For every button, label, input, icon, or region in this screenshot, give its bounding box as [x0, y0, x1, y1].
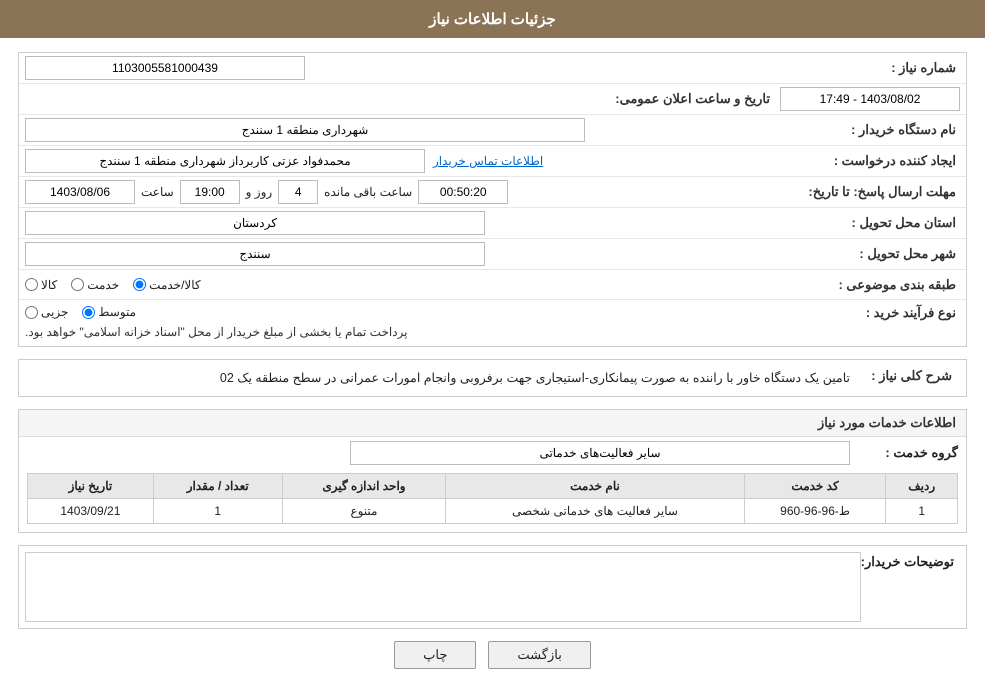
services-section: اطلاعات خدمات مورد نیاز گروه خدمت : ردیف… [18, 409, 967, 533]
description-label: شرح کلی نیاز : [858, 368, 958, 384]
shomare-niaz-value-box [25, 56, 830, 80]
services-table: ردیف کد خدمت نام خدمت واحد اندازه گیری ت… [27, 473, 958, 524]
description-section: شرح کلی نیاز : تامین یک دستگاه خاور با ر… [18, 359, 967, 397]
page-header: جزئیات اطلاعات نیاز [0, 0, 985, 38]
shahr-input[interactable] [25, 242, 485, 266]
saat-label: ساعت [141, 185, 174, 199]
services-section-title: اطلاعات خدمات مورد نیاز [19, 410, 966, 437]
buyer-notes-textarea[interactable] [25, 552, 861, 622]
tabaqe-kala-radio[interactable] [25, 278, 38, 291]
col-kod: کد خدمت [744, 474, 886, 499]
shomare-niaz-input[interactable] [25, 56, 305, 80]
mohlat-value-box: ساعت باقی مانده روز و ساعت [25, 180, 808, 204]
page-title: جزئیات اطلاعات نیاز [429, 11, 556, 28]
cell-vahed: متنوع [282, 499, 446, 524]
buttons-row: بازگشت چاپ [18, 641, 967, 669]
main-info-section: شماره نیاز : تاریخ و ساعت اعلان عمومی: ن… [18, 52, 967, 347]
nam-dastgah-row: نام دستگاه خریدار : [19, 115, 966, 146]
col-vahed: واحد اندازه گیری [282, 474, 446, 499]
cell-tarikh: 1403/09/21 [28, 499, 154, 524]
noe-farayand-value-box: متوسط جزیی پرداخت تمام یا بخشی از مبلغ خ… [25, 305, 830, 341]
col-radif: ردیف [886, 474, 958, 499]
cell-kod: ط-96-96-960 [744, 499, 886, 524]
notice-text-content: پرداخت تمام یا بخشی از مبلغ خریدار از مح… [25, 325, 408, 339]
print-button[interactable]: چاپ [394, 641, 476, 669]
cell-radif: 1 [886, 499, 958, 524]
nam-dastgah-value-box [25, 118, 830, 142]
rooz-input[interactable] [278, 180, 318, 204]
buyer-notes-label: توضیحات خریدار: [861, 552, 960, 570]
nam-dastgah-label: نام دستگاه خریدار : [830, 122, 960, 138]
table-row: 1ط-96-96-960سایر فعالیت های خدماتی شخصیم… [28, 499, 958, 524]
tabaqe-radio-group: کالا/خدمت خدمت کالا [25, 278, 201, 292]
tarikh-label: تاریخ و ساعت اعلان عمومی: [615, 91, 774, 107]
saat-input[interactable] [180, 180, 240, 204]
baqi-mande-label: ساعت باقی مانده [324, 185, 412, 199]
buyer-notes-section: توضیحات خریدار: [18, 545, 967, 629]
tabaqe-kala-label: کالا [41, 278, 57, 292]
mohlat-row: مهلت ارسال پاسخ: تا تاریخ: ساعت باقی مان… [19, 177, 966, 208]
shomare-niaz-label: شماره نیاز : [830, 60, 960, 76]
ostan-input[interactable] [25, 211, 485, 235]
noe-motovaset-item[interactable]: متوسط [82, 305, 136, 319]
shahr-value-box [25, 242, 830, 266]
content-area: شماره نیاز : تاریخ و ساعت اعلان عمومی: ن… [0, 38, 985, 691]
services-table-wrapper: ردیف کد خدمت نام خدمت واحد اندازه گیری ت… [19, 473, 966, 532]
noe-jozii-item[interactable]: جزیی [25, 305, 68, 319]
tabaqe-kala-khedmat-label: کالا/خدمت [149, 278, 200, 292]
tarikh-input[interactable] [780, 87, 960, 111]
nam-dastgah-input[interactable] [25, 118, 585, 142]
tabaqe-value-box: کالا/خدمت خدمت کالا [25, 278, 830, 292]
col-tedad: تعداد / مقدار [153, 474, 282, 499]
cell-nam: سایر فعالیت های خدماتی شخصی [446, 499, 745, 524]
tarikh-row: تاریخ و ساعت اعلان عمومی: [19, 84, 966, 115]
contact-info-link[interactable]: اطلاعات تماس خریدار [433, 154, 543, 168]
group-label: گروه خدمت : [858, 445, 958, 461]
cell-tedad: 1 [153, 499, 282, 524]
ostan-row: استان محل تحویل : [19, 208, 966, 239]
back-button[interactable]: بازگشت [488, 641, 590, 669]
group-value-box [27, 441, 850, 465]
noe-farayand-radio-group: متوسط جزیی [25, 305, 136, 319]
noe-motovaset-radio[interactable] [82, 306, 95, 319]
tabaqe-khedmat-radio[interactable] [71, 278, 84, 291]
noe-jozii-radio[interactable] [25, 306, 38, 319]
mohlat-label: مهلت ارسال پاسخ: تا تاریخ: [808, 184, 960, 200]
ijad-konande-row: ایجاد کننده درخواست : اطلاعات تماس خریدا… [19, 146, 966, 177]
noe-motovaset-label: متوسط [98, 305, 136, 319]
ijad-konande-label: ایجاد کننده درخواست : [830, 153, 960, 169]
ostan-label: استان محل تحویل : [830, 215, 960, 231]
tabaqe-kala-khedmat-item[interactable]: کالا/خدمت [133, 278, 200, 292]
ijad-konande-value-box: اطلاعات تماس خریدار [25, 149, 830, 173]
noe-farayand-notice: پرداخت تمام یا بخشی از مبلغ خریدار از مح… [25, 323, 408, 341]
mohlat-baqi-input[interactable] [418, 180, 508, 204]
mohlat-date-input[interactable] [25, 180, 135, 204]
tabaqe-kala-khedmat-radio[interactable] [133, 278, 146, 291]
group-service-row: گروه خدمت : [19, 437, 966, 469]
noe-farayand-label: نوع فرآیند خرید : [830, 305, 960, 321]
tabaqe-khedmat-label: خدمت [87, 278, 119, 292]
tabaqe-row: طبقه بندی موضوعی : کالا/خدمت خدمت کالا [19, 270, 966, 300]
col-nam: نام خدمت [446, 474, 745, 499]
tabaqe-khedmat-item[interactable]: خدمت [71, 278, 119, 292]
shahr-label: شهر محل تحویل : [830, 246, 960, 262]
tabaqe-kala-item[interactable]: کالا [25, 278, 57, 292]
rooz-label: روز و [246, 185, 273, 199]
page-wrapper: جزئیات اطلاعات نیاز شماره نیاز : تاریخ و… [0, 0, 985, 691]
ostan-value-box [25, 211, 830, 235]
shomare-niaz-row: شماره نیاز : [19, 53, 966, 84]
shahr-row: شهر محل تحویل : [19, 239, 966, 270]
noe-farayand-row: نوع فرآیند خرید : متوسط جزیی پرداخت [19, 300, 966, 346]
group-input[interactable] [350, 441, 850, 465]
tabaqe-label: طبقه بندی موضوعی : [830, 277, 960, 293]
description-text: تامین یک دستگاه خاور با راننده به صورت پ… [27, 368, 858, 388]
noe-jozii-label: جزیی [41, 305, 68, 319]
col-tarikh: تاریخ نیاز [28, 474, 154, 499]
ijad-konande-input[interactable] [25, 149, 425, 173]
